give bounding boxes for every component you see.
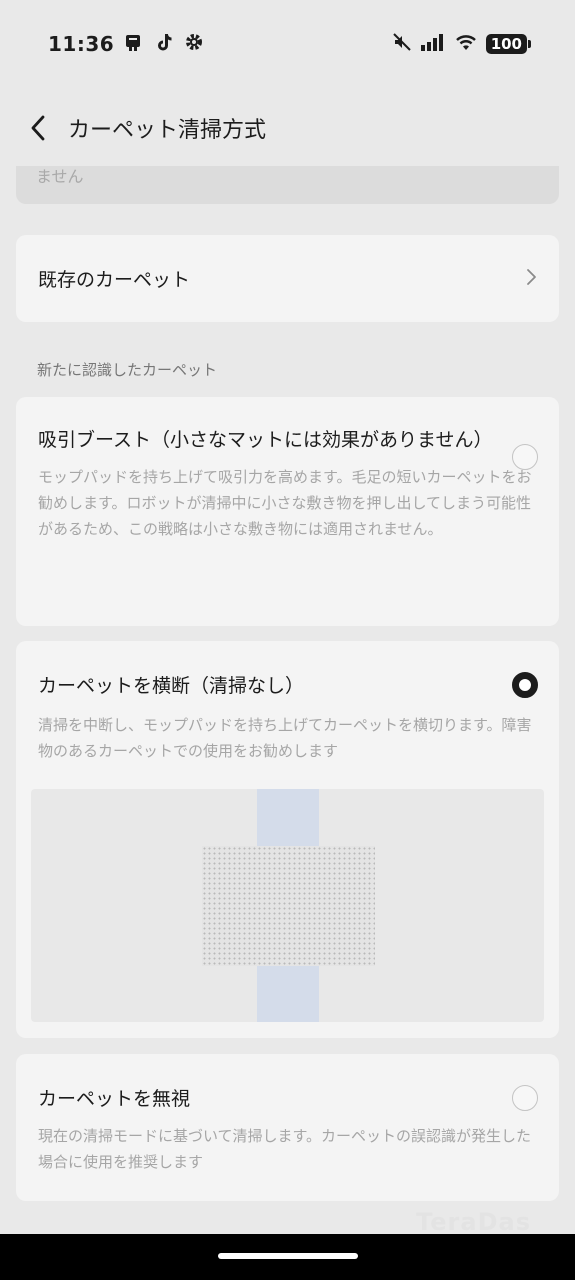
tiktok-icon	[154, 32, 174, 56]
partial-card: ません	[16, 166, 559, 204]
navigation-bar	[0, 1234, 575, 1280]
wifi-icon	[454, 32, 478, 56]
radio-button-selected[interactable]	[512, 672, 538, 698]
option-title: カーペットを横断（清掃なし）	[38, 675, 305, 697]
option-description: 現在の清掃モードに基づいて清掃します。カーペットの誤認識が発生した場合に使用を推…	[38, 1127, 532, 1171]
chevron-right-icon	[525, 267, 537, 291]
mute-icon	[392, 32, 412, 56]
status-bar: 11:36 100	[0, 0, 575, 88]
option-description: モップパッドを持ち上げて吸引力を高めます。毛足の短いカーペットをお勧めします。ロ…	[38, 468, 532, 538]
chevron-left-icon	[31, 115, 45, 141]
existing-carpet-label: 既存のカーペット	[38, 269, 191, 291]
gear-icon	[184, 32, 204, 56]
app-bar: カーペット清掃方式	[0, 100, 575, 156]
signal-icon	[420, 32, 446, 56]
existing-carpet-row[interactable]: 既存のカーペット	[16, 235, 559, 322]
carpet-cross-illustration	[31, 789, 544, 1022]
partial-card-text: ません	[36, 167, 84, 186]
radio-button[interactable]	[512, 1085, 538, 1111]
back-button[interactable]	[14, 103, 64, 153]
notification-icon	[124, 32, 144, 56]
option-cross-carpet[interactable]: カーペットを横断（清掃なし） 清掃を中断し、モップパッドを持ち上げてカーペットを…	[16, 641, 559, 1038]
carpet-area	[202, 846, 375, 966]
status-time: 11:36	[48, 32, 115, 56]
home-indicator[interactable]	[218, 1253, 358, 1259]
option-title: カーペットを無視	[38, 1088, 191, 1110]
radio-button[interactable]	[512, 444, 538, 470]
section-label: 新たに認識したカーペット	[37, 361, 218, 379]
watermark: TeraDas	[416, 1208, 531, 1236]
option-title: 吸引ブースト（小さなマットには効果がありません）	[38, 429, 493, 451]
page-title: カーペット清掃方式	[68, 118, 267, 143]
battery-icon: 100	[485, 34, 532, 54]
option-description: 清掃を中断し、モップパッドを持ち上げてカーペットを横切ります。障害物のあるカーペ…	[38, 716, 532, 760]
option-suction-boost[interactable]: 吸引ブースト（小さなマットには効果がありません） モップパッドを持ち上げて吸引力…	[16, 397, 559, 626]
option-ignore-carpet[interactable]: カーペットを無視 現在の清掃モードに基づいて清掃します。カーペットの誤認識が発生…	[16, 1054, 559, 1201]
